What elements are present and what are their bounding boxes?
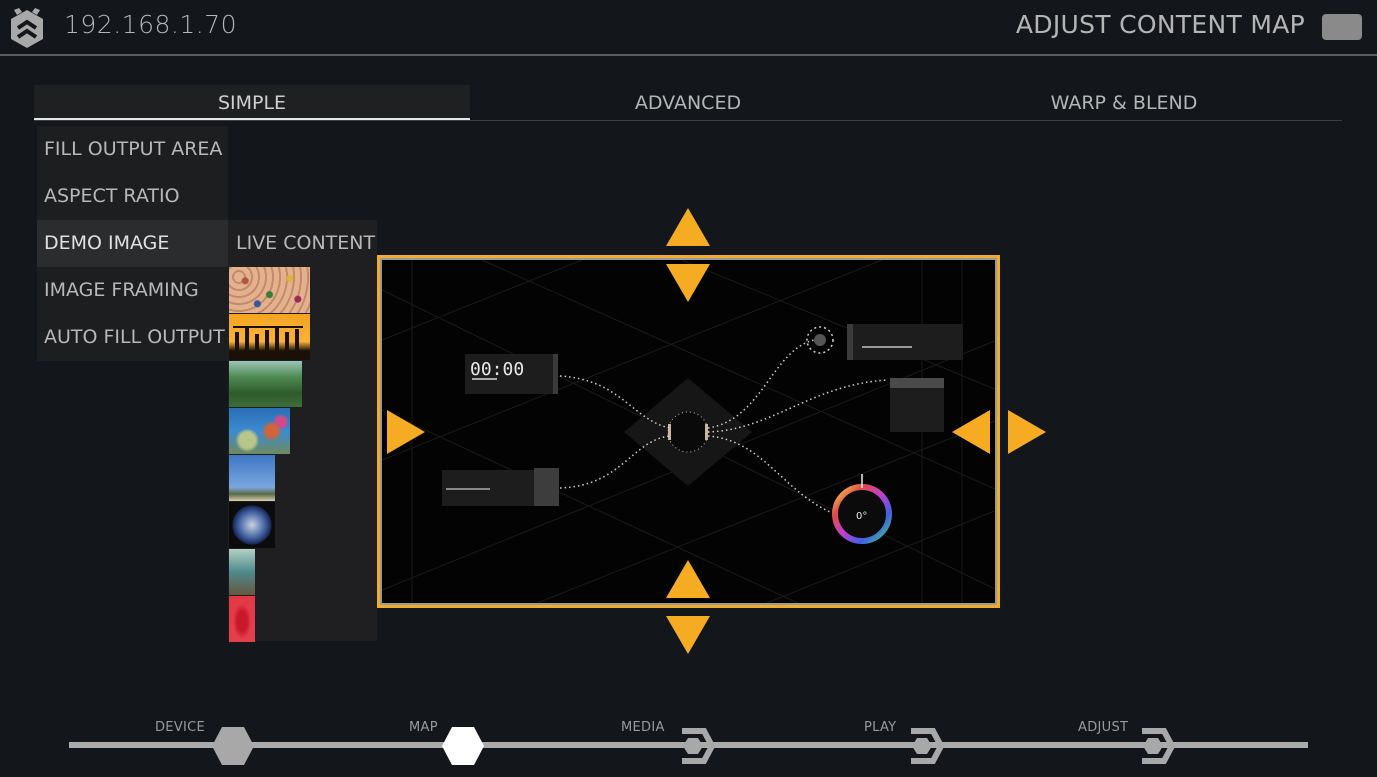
- top-edge-shrink-down-arrow-icon[interactable]: [666, 264, 710, 302]
- tab-advanced[interactable]: ADVANCED: [470, 85, 906, 120]
- demo-image-submenu: LIVE CONTENT: [228, 220, 377, 643]
- mode-tabs: SIMPLE ADVANCED WARP & BLEND: [34, 85, 1342, 121]
- top-edge-expand-up-arrow-icon[interactable]: [666, 208, 710, 246]
- live-content-option[interactable]: LIVE CONTENT: [236, 220, 375, 267]
- demo-image-graphic: 00:00 0°: [382, 260, 995, 603]
- thumbnail-jumping-silhouettes[interactable]: [229, 314, 310, 360]
- simple-options-menu: FILL OUTPUT AREA ASPECT RATIO DEMO IMAGE…: [37, 126, 228, 361]
- menu-button[interactable]: [1322, 14, 1362, 40]
- step-media-pending-hex-icon[interactable]: [674, 726, 718, 766]
- thumbnail-earth[interactable]: [229, 502, 275, 548]
- thumbnail-runner[interactable]: [229, 549, 255, 595]
- content-map-preview[interactable]: 00:00 0°: [377, 255, 1000, 608]
- bottom-edge-shrink-up-arrow-icon[interactable]: [666, 560, 710, 598]
- menu-item-fill-output-area[interactable]: FILL OUTPUT AREA: [37, 126, 228, 173]
- step-map-current-hex-icon[interactable]: [441, 726, 485, 766]
- right-edge-expand-right-arrow-icon[interactable]: [1008, 410, 1046, 454]
- menu-item-aspect-ratio[interactable]: ASPECT RATIO: [37, 173, 228, 220]
- step-label-media: MEDIA: [621, 720, 665, 735]
- step-device-done-hex-icon[interactable]: [211, 726, 255, 766]
- left-edge-shrink-right-arrow-icon[interactable]: [387, 410, 425, 454]
- demo-image-thumbnails: [229, 267, 310, 643]
- thumbnail-coral-reef[interactable]: [229, 408, 290, 454]
- silhouettes-graphic: [233, 326, 303, 350]
- page-title: ADJUST CONTENT MAP: [1015, 10, 1305, 39]
- workflow-progress: DEVICE MAP MEDIA PLAY ADJUST: [0, 700, 1377, 777]
- step-adjust-pending-hex-icon[interactable]: [1134, 726, 1178, 766]
- demo-image-canvas: 00:00 0°: [380, 258, 997, 605]
- demo-clock-text: 00:00: [470, 359, 524, 380]
- step-label-play: PLAY: [864, 720, 897, 735]
- right-edge-shrink-left-arrow-icon[interactable]: [952, 410, 990, 454]
- thumbnail-colored-pencils[interactable]: [229, 267, 310, 313]
- step-label-device: DEVICE: [155, 720, 206, 735]
- hue-value-text: 0°: [856, 511, 867, 522]
- step-play-pending-hex-icon[interactable]: [903, 726, 947, 766]
- hexagon-logo-icon: [11, 8, 43, 48]
- device-ip-address: 192.168.1.70: [64, 10, 237, 39]
- step-label-map: MAP: [409, 720, 438, 735]
- bottom-edge-expand-down-arrow-icon[interactable]: [666, 616, 710, 654]
- tab-simple[interactable]: SIMPLE: [34, 85, 470, 120]
- top-bar: 192.168.1.70 ADJUST CONTENT MAP: [0, 0, 1377, 56]
- tab-warp-blend[interactable]: WARP & BLEND: [906, 85, 1342, 120]
- menu-item-image-framing[interactable]: IMAGE FRAMING: [37, 267, 228, 314]
- thumbnail-pine-forest[interactable]: [229, 361, 302, 407]
- step-label-adjust: ADJUST: [1078, 720, 1129, 735]
- thumbnail-woman-red-dress[interactable]: [229, 596, 255, 642]
- thumbnail-jumping-person[interactable]: [229, 455, 275, 501]
- menu-item-demo-image[interactable]: DEMO IMAGE: [37, 220, 228, 267]
- menu-item-auto-fill-output[interactable]: AUTO FILL OUTPUT: [37, 314, 228, 361]
